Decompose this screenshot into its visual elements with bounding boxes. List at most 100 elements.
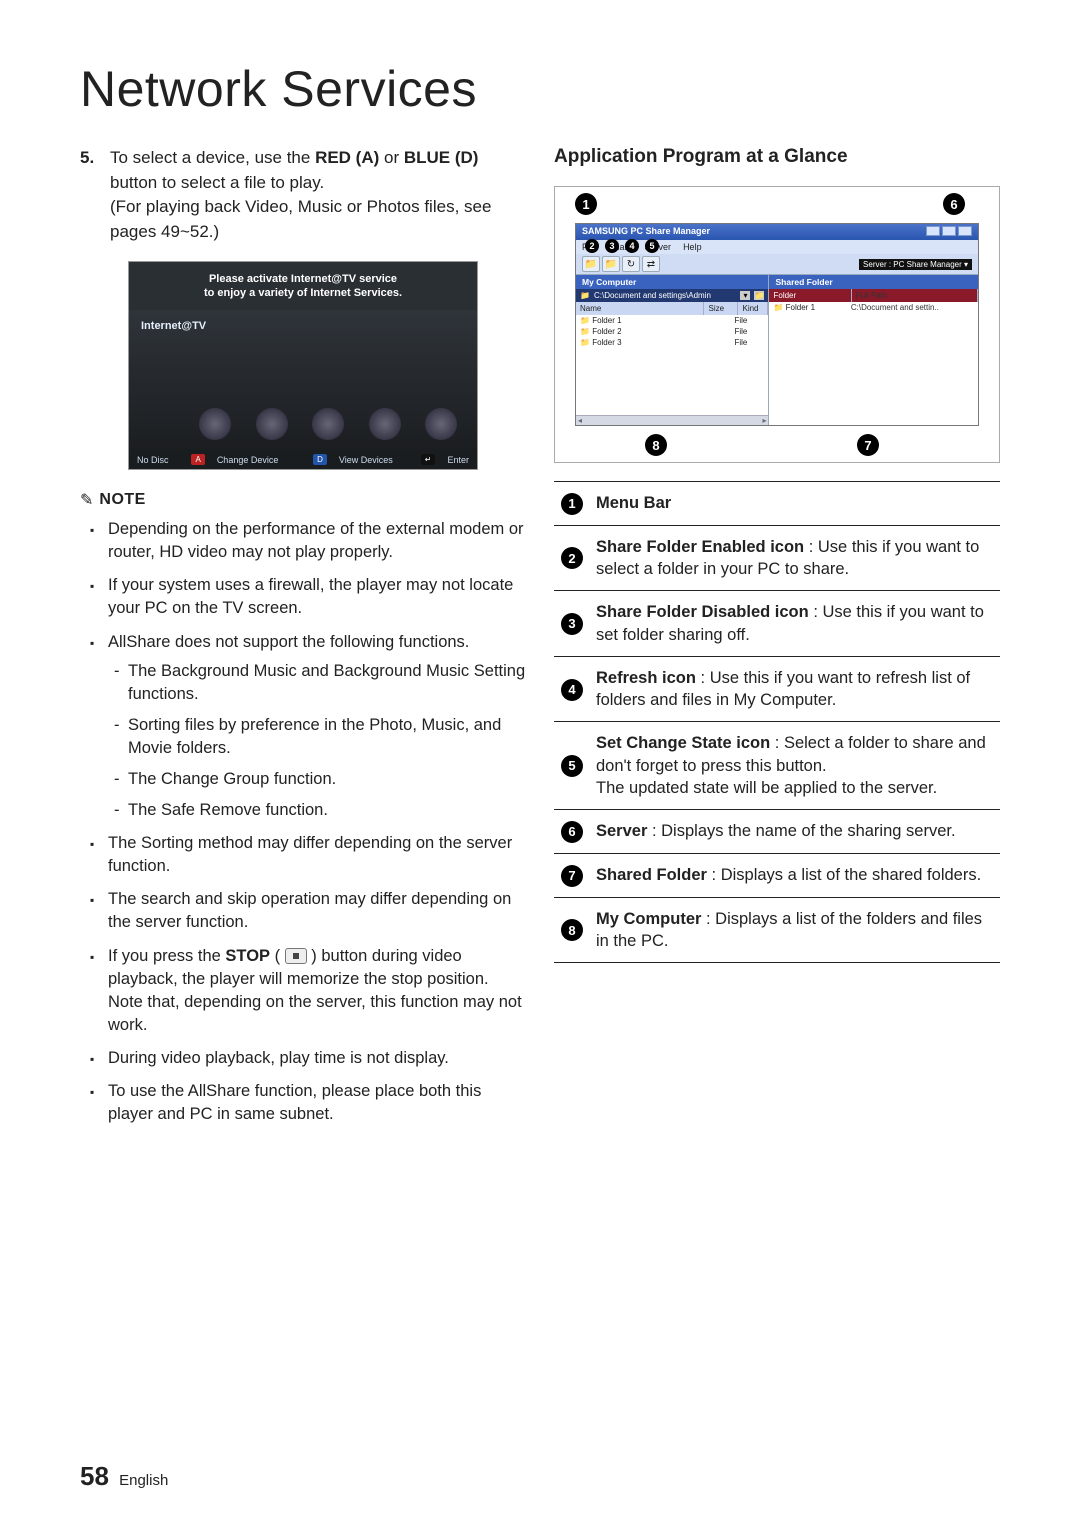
sub-notes-list: The Background Music and Background Musi…: [108, 660, 526, 823]
list-item[interactable]: 📁 Folder 2File: [576, 326, 768, 337]
banner-line: to enjoy a variety of Internet Services.: [133, 286, 473, 300]
path-text: C:\Document and settings\Admin: [594, 291, 711, 300]
minimize-icon: [926, 226, 940, 236]
legend-text-cell: My Computer : Displays a list of the fol…: [590, 897, 1000, 963]
legend-num-cell: 4: [554, 656, 590, 722]
legend-row: 4 Refresh icon : Use this if you want to …: [554, 656, 1000, 722]
legend-term: Set Change State icon: [596, 734, 770, 752]
red-a-label: RED (A): [315, 148, 379, 167]
sub-note-item: The Background Music and Background Musi…: [128, 660, 526, 706]
refresh-icon[interactable]: ↻4: [622, 256, 640, 272]
note-item: The search and skip operation may differ…: [108, 888, 526, 934]
shared-folder-pane: Shared Folder Folder Full Path 📁 Folder …: [769, 275, 978, 425]
column-headers: Name Size Kind: [576, 302, 768, 315]
legend-num-cell: 5: [554, 722, 590, 810]
legend-row: 5Set Change State icon : Select a folder…: [554, 722, 1000, 810]
title-bar: SAMSUNG PC Share Manager: [576, 224, 978, 240]
step-body: To select a device, use the RED (A) or B…: [110, 146, 526, 245]
legend-text-cell: Set Change State icon : Select a folder …: [590, 722, 1000, 810]
col-folder: Folder: [769, 289, 851, 302]
no-disc-label: No Disc: [137, 455, 169, 465]
legend-row: 2 Share Folder Enabled icon : Use this if…: [554, 525, 1000, 591]
number-badge: 8: [561, 919, 583, 941]
col-fullpath: Full Path: [852, 289, 978, 302]
number-badge: 1: [561, 493, 583, 515]
footer-lang: English: [119, 1472, 168, 1489]
pane-header: My Computer: [576, 275, 768, 289]
callout-8: 8: [645, 434, 667, 456]
col-size: Size: [704, 302, 738, 315]
stop-label: STOP: [225, 947, 270, 965]
share-disabled-icon[interactable]: 📁3: [602, 256, 620, 272]
scrollbar[interactable]: ◂▸: [576, 415, 768, 425]
sub-note-item: Sorting files by preference in the Photo…: [128, 714, 526, 760]
page-footer: 58 English: [80, 1461, 168, 1492]
col-name: Name: [576, 302, 704, 315]
text: To select a device, use the: [110, 148, 315, 167]
service-icon: [199, 408, 231, 440]
legend-text-cell: Share Folder Enabled icon : Use this if …: [590, 525, 1000, 591]
legend-row: 3Share Folder Disabled icon : Use this i…: [554, 591, 1000, 657]
note-item: To use the AllShare function, please pla…: [108, 1080, 526, 1126]
legend-text-cell: Menu Bar: [590, 482, 1000, 526]
tv-footer-bar: No Disc A Change Device D View Devices ↵…: [129, 450, 477, 469]
legend-text-cell: Server : Displays the name of the sharin…: [590, 810, 1000, 854]
app-diagram: 1 6 8 7 SAMSUNG PC Share Manager File Sh…: [554, 186, 1000, 463]
up-folder-icon[interactable]: 📁: [754, 291, 764, 300]
legend-text-cell: Share Folder Disabled icon : Use this if…: [590, 591, 1000, 657]
note-item: If your system uses a firewall, the play…: [108, 574, 526, 620]
legend-row: 7Shared Folder : Displays a list of the …: [554, 853, 1000, 897]
note-item: AllShare does not support the following …: [108, 631, 526, 823]
service-icon: [425, 408, 457, 440]
app-window: SAMSUNG PC Share Manager File Share Serv…: [575, 223, 979, 426]
enter-key-icon: ↵: [421, 454, 436, 465]
dropdown-icon[interactable]: ▾: [740, 291, 750, 300]
note-item: If you press the STOP ( ) button during …: [108, 945, 526, 1037]
note-heading: ✎ NOTE: [80, 490, 526, 510]
text: button to select a file to play.: [110, 173, 324, 192]
legend-row: 8 My Computer : Displays a list of the fo…: [554, 897, 1000, 963]
shared-list: 📁 Folder 1C:\Document and settin..: [769, 302, 978, 425]
legend-desc: The updated state will be applied to the…: [596, 779, 937, 797]
blue-d-label: BLUE (D): [404, 148, 479, 167]
sub-note-item: The Safe Remove function.: [128, 799, 526, 822]
list-item[interactable]: 📁 Folder 3File: [576, 337, 768, 348]
service-icon: [312, 408, 344, 440]
file-name: Folder 3: [592, 338, 622, 347]
text: If you press the: [108, 947, 225, 965]
legend-num-cell: 6: [554, 810, 590, 854]
legend-term: Refresh icon: [596, 669, 696, 687]
server-selector[interactable]: Server : PC Share Manager ▾: [859, 259, 972, 270]
notes-list: Depending on the performance of the exte…: [80, 518, 526, 1126]
number-badge: 4: [561, 679, 583, 701]
my-computer-pane: My Computer 📁 C:\Document and settings\A…: [576, 275, 769, 425]
section-heading: Application Program at a Glance: [554, 146, 1000, 168]
list-item[interactable]: 📁 Folder 1File: [576, 315, 768, 326]
note-label: NOTE: [99, 491, 145, 509]
number-badge: 7: [561, 865, 583, 887]
text: (For playing back Video, Music or Photos…: [110, 197, 491, 241]
banner-line: Please activate Internet@TV service: [133, 272, 473, 286]
legend-num-cell: 7: [554, 853, 590, 897]
menu-item[interactable]: Help: [683, 242, 702, 252]
page-title: Network Services: [80, 60, 1000, 118]
internet-tv-label: Internet@TV: [141, 320, 465, 332]
folder-path: C:\Document and settin..: [851, 303, 974, 312]
list-item[interactable]: 📁 Folder 1C:\Document and settin..: [769, 302, 978, 313]
toolbar: 📁2 📁3 ↻4 ⇄5 Server : PC Share Manager ▾: [576, 254, 978, 275]
path-bar: 📁 C:\Document and settings\Admin ▾ 📁: [576, 289, 768, 302]
legend-term: Server: [596, 822, 647, 840]
legend-text-cell: Refresh icon : Use this if you want to r…: [590, 656, 1000, 722]
legend-term: Menu Bar: [596, 494, 671, 512]
text: (: [270, 947, 285, 965]
number-badge: 2: [561, 547, 583, 569]
legend-term: My Computer: [596, 910, 701, 928]
number-badge: 6: [561, 821, 583, 843]
file-name: Folder 1: [592, 316, 622, 325]
set-change-state-icon[interactable]: ⇄5: [642, 256, 660, 272]
note-item: During video playback, play time is not …: [108, 1047, 526, 1070]
legend-table: 1 Menu Bar 2 Share Folder Enabled icon : Us…: [554, 481, 1000, 963]
note-item: The Sorting method may differ depending …: [108, 832, 526, 878]
share-enabled-icon[interactable]: 📁2: [582, 256, 600, 272]
service-icons-row: [199, 408, 457, 440]
